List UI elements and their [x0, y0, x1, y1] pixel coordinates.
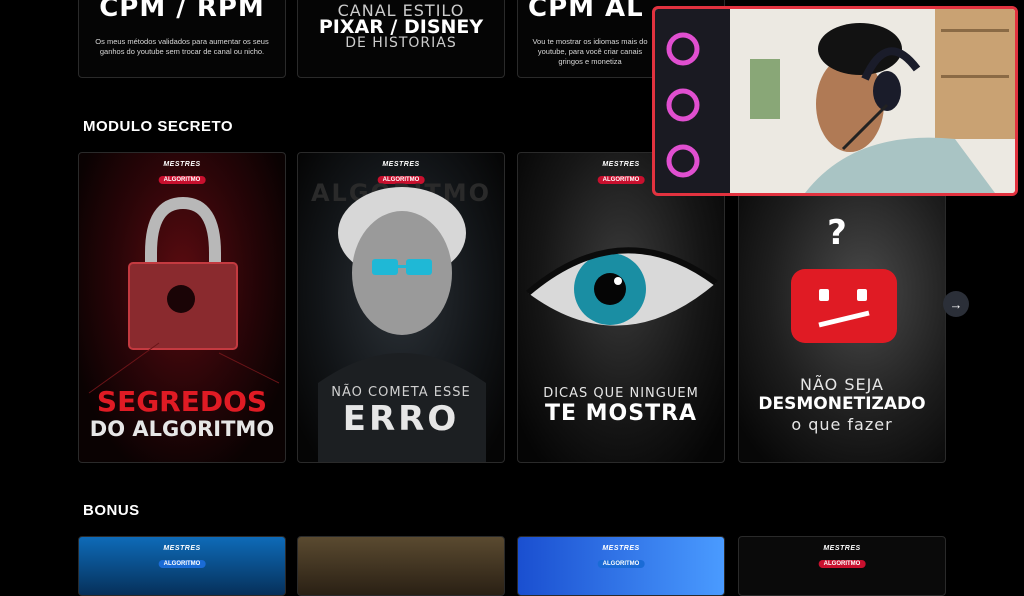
module-title-line1: NÃO SEJA [800, 375, 884, 394]
bonus-card-1[interactable]: MESTRES ALGORITMO [78, 536, 286, 596]
top-card-title: CPM / RPM [99, 0, 265, 23]
bonus-card-2[interactable] [297, 536, 505, 596]
brand-logo: MESTRES ALGORITMO [818, 545, 866, 570]
brand-logo: MESTRES ALGORITMO [597, 545, 645, 570]
module-title-line3: o que fazer [791, 415, 893, 434]
webcam-feed-image [655, 9, 1015, 193]
brand-logo: MESTRES ALGORITMO [158, 545, 206, 570]
bonus-card-4[interactable]: MESTRES ALGORITMO [738, 536, 946, 596]
module-title-line2: DO ALGORITMO [89, 417, 275, 441]
top-card-cpm-rpm[interactable]: CPM / RPM Os meus métodos validados para… [78, 0, 286, 78]
module-card-segredos[interactable]: MESTRES ALGORITMO SEGREDOS DO ALGORITMO [78, 152, 286, 463]
module-title-line1: SEGREDOS [96, 385, 268, 418]
module-title-line2: DESMONETIZADO [758, 394, 926, 414]
webcam-overlay [652, 6, 1018, 196]
bonus-card-3[interactable]: MESTRES ALGORITMO [517, 536, 725, 596]
arrow-right-icon: → [949, 296, 963, 312]
top-card-desc: Vou te mostrar os idiomas mais do youtub… [532, 37, 648, 66]
module-card-dicas[interactable]: MESTRES ALGORITMO DICAS QUE NINGUEM TE M… [517, 152, 725, 463]
section-title-bonus: BONUS [83, 502, 140, 519]
module-card-erro[interactable]: MESTRES ALGORITMO ALGORITMO NÃO COMETA E… [297, 152, 505, 463]
module-title-line2: TE MOSTRA [544, 401, 698, 426]
top-card-pixar-disney[interactable]: CANAL ESTILO PIXAR / DISNEY DE HISTORIAS [297, 0, 505, 78]
carousel-next-button[interactable]: → [943, 291, 969, 317]
module-title-line1: DICAS QUE NINGUEM [543, 386, 699, 401]
module-title-line1: NÃO COMETA ESSE [331, 385, 471, 400]
module-title-line2: ERRO [342, 399, 460, 439]
module-card-desmonetizado[interactable]: MESTRES ALGORITMO ? NÃO SEJA DESMONETIZA… [738, 152, 946, 463]
top-card-line3: DE HISTORIAS [345, 35, 457, 51]
section-title-modulo-secreto: MODULO SECRETO [83, 118, 234, 135]
top-card-desc: Os meus métodos validados para aumentar … [95, 37, 269, 56]
